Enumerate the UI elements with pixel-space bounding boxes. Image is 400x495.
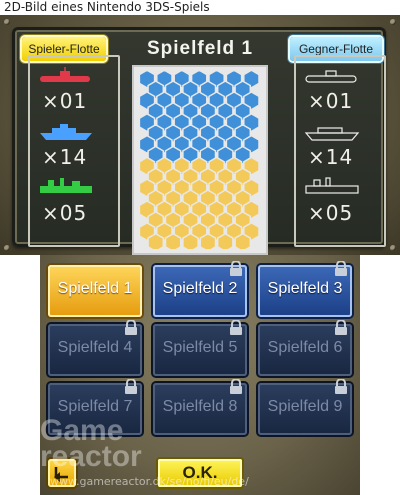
level-button-5: Spielfeld 5 [153, 320, 247, 376]
sand-hex [182, 232, 199, 249]
submarine-icon [305, 70, 357, 83]
lock-icon [230, 379, 242, 394]
level-button-8: Spielfeld 8 [153, 379, 247, 435]
player-carrier-count: ×05 [42, 201, 88, 225]
level-button-4: Spielfeld 4 [48, 320, 142, 376]
player-fleet-panel: ×01 ×14 ×05 [28, 55, 120, 247]
player-submarine-count: ×01 [42, 89, 88, 113]
level-button-3[interactable]: Spielfeld 3 [258, 261, 352, 317]
bottom-screen: Spielfeld 1 Spielfeld 2 Spielfeld 3 Spielfe… [40, 255, 360, 495]
lock-icon [335, 261, 347, 276]
sand-hex [164, 232, 182, 249]
enemy-fleet-panel: ×01 ×14 ×05 [294, 55, 386, 247]
carrier-icon [305, 177, 359, 194]
hex-grid [138, 71, 260, 249]
player-battleship-count: ×14 [42, 145, 88, 169]
level-button-9: Spielfeld 9 [258, 379, 352, 435]
lock-icon [230, 320, 242, 335]
sand-hex [199, 232, 217, 249]
image-caption: 2D-Bild eines Nintendo 3DS-Spiels [4, 0, 210, 14]
level-button-label: Spielfeld 2 [162, 280, 238, 297]
level-button-1[interactable]: Spielfeld 1 [48, 265, 142, 317]
level-button-label: Spielfeld 9 [267, 398, 343, 415]
sand-hex [147, 232, 165, 249]
level-button-7: Spielfeld 7 [48, 379, 142, 435]
level-button-label: Spielfeld 7 [57, 398, 133, 415]
lock-icon [335, 379, 347, 394]
level-button-label: Spielfeld 3 [267, 280, 343, 297]
level-button-label: Spielfeld 4 [57, 339, 133, 356]
watermark-url: www.gamereactor.dk/se/no/fi/eu/de/ [50, 475, 249, 488]
level-button-label: Spielfeld 5 [162, 339, 238, 356]
enemy-carrier-count: ×05 [308, 201, 354, 225]
level-button-label: Spielfeld 1 [57, 280, 133, 297]
enemy-submarine-count: ×01 [308, 89, 354, 113]
lock-icon [335, 320, 347, 335]
battleship-icon [304, 127, 360, 141]
sand-hex [234, 232, 252, 249]
level-button-label: Spielfeld 8 [162, 398, 238, 415]
top-screen: Spieler-Flotte Gegner-Flotte Spielfeld 1… [0, 15, 400, 255]
playing-field-preview [132, 65, 268, 255]
level-button-2[interactable]: Spielfeld 2 [153, 261, 247, 317]
lock-icon [125, 320, 137, 335]
level-button-label: Spielfeld 6 [267, 339, 343, 356]
lock-icon [125, 379, 137, 394]
submarine-icon [40, 67, 90, 82]
level-button-6: Spielfeld 6 [258, 320, 352, 376]
enemy-battleship-count: ×14 [308, 145, 354, 169]
carrier-icon [40, 178, 92, 193]
battleship-icon [40, 124, 92, 140]
lock-icon [230, 261, 242, 276]
sand-hex [216, 232, 234, 249]
